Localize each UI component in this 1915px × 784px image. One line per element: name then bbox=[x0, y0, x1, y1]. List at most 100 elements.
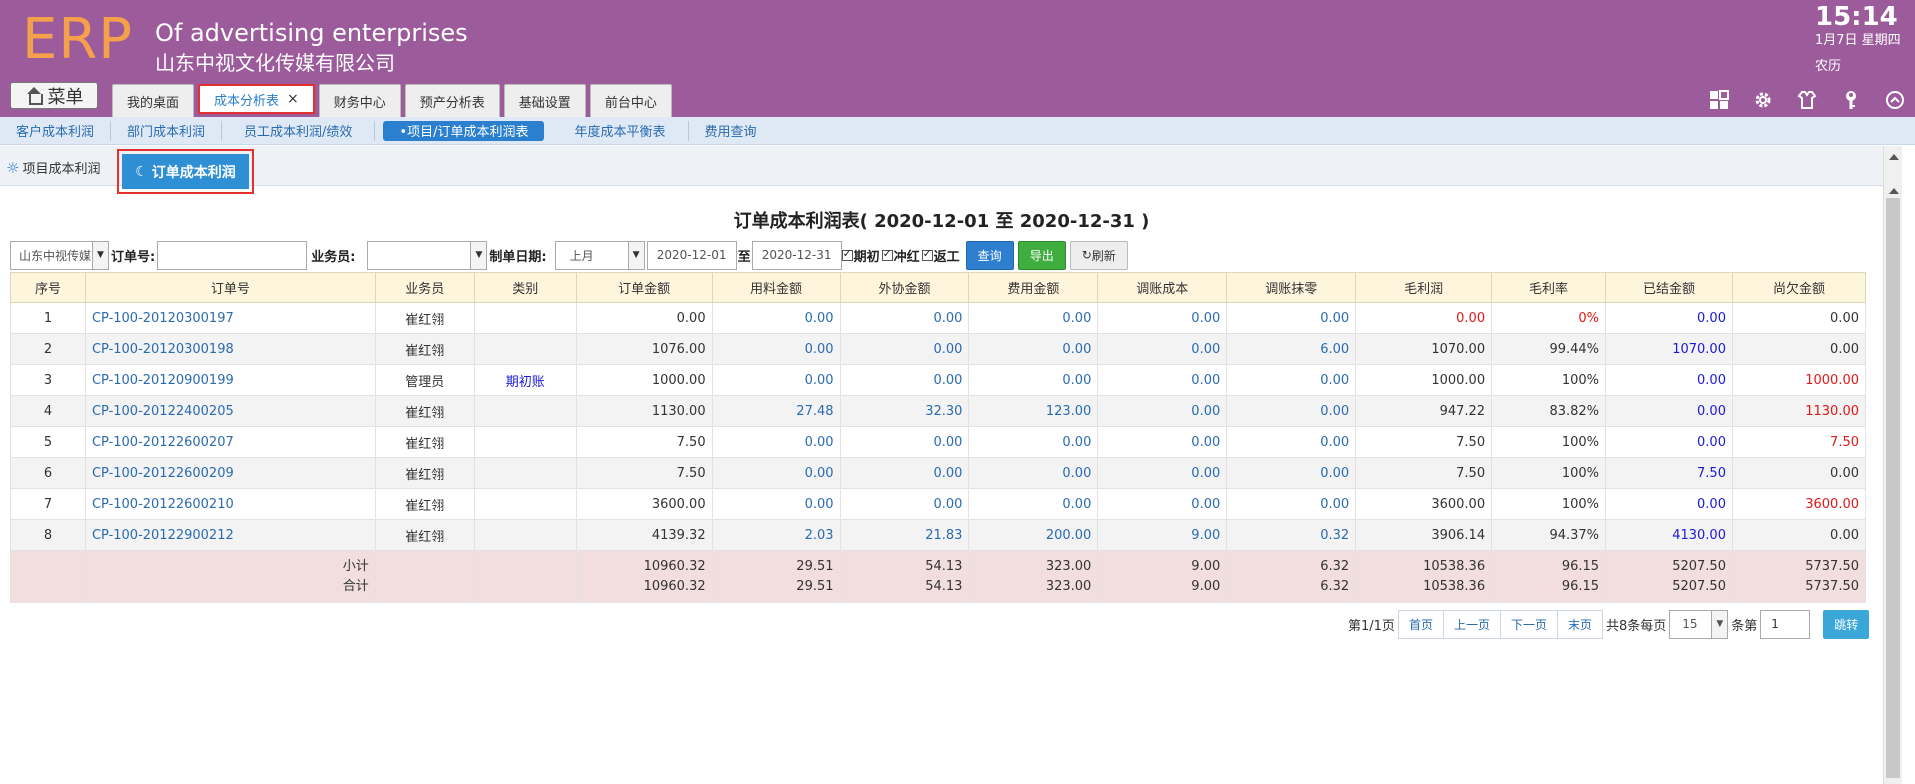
col-header: 毛利率 bbox=[1491, 272, 1607, 303]
gear-icon[interactable] bbox=[1750, 88, 1776, 112]
checkbox-rework[interactable]: 返工 bbox=[921, 246, 960, 265]
vertical-scrollbar[interactable] bbox=[1883, 146, 1902, 784]
subnav-annual-balance[interactable]: 年度成本平衡表 bbox=[552, 120, 689, 141]
next-page-button[interactable]: 下一页 bbox=[1499, 609, 1558, 639]
first-page-button[interactable]: 首页 bbox=[1397, 609, 1444, 639]
order-number-link[interactable]: CP-100-20122600210 bbox=[84, 488, 376, 520]
order-number-link[interactable]: CP-100-20120300197 bbox=[84, 302, 376, 334]
date-to-input[interactable]: 2020-12-31 bbox=[751, 240, 842, 270]
date-from-input[interactable]: 2020-12-01 bbox=[646, 240, 737, 270]
tab-my-desktop[interactable]: 我的桌面 bbox=[112, 84, 195, 117]
subnav-employee-cost[interactable]: 员工成本利润/绩效 bbox=[222, 120, 376, 141]
sun-icon: ☼ bbox=[6, 158, 20, 177]
cell-outsource: 32.30 bbox=[839, 395, 970, 427]
query-button[interactable]: 查询 bbox=[965, 240, 1014, 270]
table-row[interactable]: 8 CP-100-20122900212 崔红翎 4139.32 2.03 21.83 20… bbox=[10, 519, 1867, 551]
subnav-customer-cost[interactable]: 客户成本利润 bbox=[0, 120, 112, 141]
subtotal-value: 6.32 bbox=[1320, 558, 1350, 574]
page-number-input[interactable]: 1 bbox=[1760, 609, 1811, 639]
tab-production-analysis[interactable]: 预产分析表 bbox=[404, 84, 500, 117]
close-icon[interactable]: × bbox=[287, 91, 299, 107]
table-row[interactable]: 1 CP-100-20120300197 崔红翎 0.00 0.00 0.00 0.00 0.… bbox=[10, 302, 1867, 334]
tab-basic-settings[interactable]: 基础设置 bbox=[503, 84, 586, 117]
cell-gross: 1070.00 bbox=[1355, 333, 1493, 365]
checkbox-opening[interactable]: 期初 bbox=[841, 246, 880, 265]
grid-icon[interactable] bbox=[1706, 88, 1732, 112]
refresh-button[interactable]: ↻ 刷新 bbox=[1069, 240, 1128, 270]
table-row[interactable]: 5 CP-100-20122600207 崔红翎 7.50 0.00 0.00 0.00 0.… bbox=[10, 426, 1867, 458]
cell-expense: 0.00 bbox=[968, 302, 1099, 334]
lunar-date: 农历 bbox=[1815, 59, 1842, 74]
key-icon[interactable] bbox=[1838, 88, 1864, 112]
order-no-input[interactable] bbox=[157, 240, 308, 270]
cell-material: 0.00 bbox=[711, 333, 841, 365]
table-row[interactable]: 2 CP-100-20120300198 崔红翎 1076.00 0.00 0.00 0.0… bbox=[10, 333, 1867, 365]
subnav-department-cost[interactable]: 部门成本利润 bbox=[111, 120, 223, 141]
menu-label: 菜单 bbox=[47, 86, 84, 108]
collapse-up-icon[interactable] bbox=[1882, 88, 1908, 112]
total-value: 29.51 bbox=[796, 578, 834, 594]
prev-page-button[interactable]: 上一页 bbox=[1442, 609, 1501, 639]
table-row[interactable]: 7 CP-100-20122600210 崔红翎 3600.00 0.00 0.00 0.0… bbox=[10, 488, 1867, 520]
summary-settled: 5207.50 5207.50 bbox=[1605, 550, 1733, 603]
table-row[interactable]: 4 CP-100-20122400205 崔红翎 1130.00 27.48 32.30 1… bbox=[10, 395, 1867, 427]
salesman-select[interactable]: ▼ bbox=[367, 240, 488, 270]
cell-gross: 7.50 bbox=[1355, 426, 1493, 458]
shirt-icon[interactable] bbox=[1794, 88, 1820, 112]
order-number-link[interactable]: CP-100-20122600209 bbox=[84, 457, 376, 489]
cell-gross: 1000.00 bbox=[1355, 364, 1493, 396]
report-title: 订单成本利润表( 2020-12-01 至 2020-12-31 ) bbox=[733, 211, 1150, 232]
checkbox-reverse[interactable]: 冲红 bbox=[881, 246, 920, 265]
menu-button[interactable]: 菜单 bbox=[10, 82, 98, 109]
cell-amount: 7.50 bbox=[575, 457, 713, 489]
scroll-thumb[interactable] bbox=[1886, 198, 1900, 778]
tab-front-center[interactable]: 前台中心 bbox=[589, 84, 672, 117]
order-number-link[interactable]: CP-100-20120300198 bbox=[84, 333, 376, 365]
order-number-link[interactable]: CP-100-20122400205 bbox=[84, 395, 376, 427]
period-select[interactable]: 上月 ▼ bbox=[554, 240, 645, 270]
cell-owed: 7.50 bbox=[1731, 426, 1867, 458]
scroll-up-arrow-icon[interactable] bbox=[1889, 188, 1899, 194]
order-number-link[interactable]: CP-100-20122600207 bbox=[84, 426, 376, 458]
chevron-down-icon: ▼ bbox=[1711, 610, 1728, 638]
summary-cell-empty bbox=[374, 550, 475, 603]
cell-rate: 100% bbox=[1491, 426, 1607, 458]
cell-adj-cost: 0.00 bbox=[1097, 364, 1228, 396]
date-label: 制单日期: bbox=[489, 249, 547, 265]
cell-settled: 0.00 bbox=[1605, 426, 1733, 458]
cell-salesman: 崔红翎 bbox=[374, 519, 475, 551]
tab-order-cost[interactable]: ☾ 订单成本利润 bbox=[122, 154, 249, 189]
export-button[interactable]: 导出 bbox=[1017, 240, 1066, 270]
summary-outsource: 54.13 54.13 bbox=[839, 550, 970, 603]
last-page-button[interactable]: 末页 bbox=[1556, 609, 1603, 639]
tab-cost-analysis[interactable]: 成本分析表 × bbox=[198, 84, 315, 114]
page-size-value: 15 bbox=[1682, 617, 1698, 631]
subnav-expense-query[interactable]: 费用查询 bbox=[689, 121, 773, 141]
table-row[interactable]: 6 CP-100-20122600209 崔红翎 7.50 0.00 0.00 0.00 0.… bbox=[10, 457, 1867, 489]
cell-settled: 1070.00 bbox=[1605, 333, 1733, 365]
tab-finance-center[interactable]: 财务中心 bbox=[318, 84, 401, 117]
period-select-value: 上月 bbox=[569, 248, 594, 263]
subnav-project-order-cost[interactable]: •项目/订单成本利润表 bbox=[383, 120, 545, 141]
cell-expense: 0.00 bbox=[968, 333, 1099, 365]
checkbox-box[interactable] bbox=[881, 247, 893, 261]
page-size-select[interactable]: 15 ▼ bbox=[1669, 609, 1729, 639]
tab-project-cost[interactable]: ☼ 项目成本利润 bbox=[6, 158, 100, 178]
cell-settled: 0.00 bbox=[1605, 302, 1733, 334]
cell-gross: 0.00 bbox=[1355, 302, 1493, 334]
table-row[interactable]: 3 CP-100-20120900199 管理员 期初账 1000.00 0.00 0.00… bbox=[10, 364, 1867, 396]
scroll-top-arrow-icon[interactable] bbox=[1889, 154, 1899, 160]
summary-gross: 10538.36 10538.36 bbox=[1355, 550, 1493, 603]
col-header: 调账抹零 bbox=[1226, 272, 1357, 303]
checkbox-box[interactable] bbox=[841, 247, 853, 261]
go-page-button[interactable]: 跳转 bbox=[1823, 609, 1870, 639]
order-number-link[interactable]: CP-100-20120900199 bbox=[84, 364, 376, 396]
order-number-link[interactable]: CP-100-20122900212 bbox=[84, 519, 376, 551]
cell-type: 期初账 bbox=[473, 364, 577, 396]
checkbox-box[interactable] bbox=[921, 247, 933, 261]
cell-type bbox=[473, 426, 577, 458]
company-name: 山东中视文化传媒有限公司 bbox=[155, 51, 395, 75]
total-value: 96.15 bbox=[1561, 578, 1600, 594]
company-select[interactable]: 山东中视传媒 ▼ bbox=[10, 240, 109, 270]
cell-salesman: 崔红翎 bbox=[374, 333, 475, 365]
